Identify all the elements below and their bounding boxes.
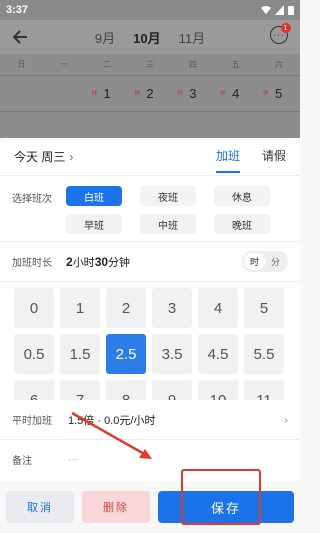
- weekday-label: 三: [146, 60, 154, 69]
- rate-value: 1.5倍 · 0.0元/小时: [68, 414, 156, 427]
- shift-middle-button[interactable]: 中班: [140, 214, 196, 234]
- unit-toggle[interactable]: 时 分: [241, 251, 288, 272]
- status-time: 3:37: [6, 4, 29, 16]
- chevron-right-icon[interactable]: ›: [284, 413, 288, 427]
- calendar-grid: 日 一 二 三 四 五 六 休1 休2 休3 休4 休5: [0, 54, 300, 138]
- shift-morning-button[interactable]: 早班: [66, 214, 122, 234]
- keypad-key[interactable]: 9: [152, 380, 192, 400]
- shift-night-button[interactable]: 夜班: [140, 186, 196, 206]
- unit-hour-option[interactable]: 时: [243, 253, 265, 270]
- day-tag: 休: [134, 90, 141, 97]
- delete-button[interactable]: 删除: [82, 491, 150, 523]
- tab-overtime[interactable]: 加班: [215, 147, 240, 173]
- shift-section: 选择班次 白班 夜班 休息 早班 中班 晚班: [0, 176, 300, 242]
- day-number: 1: [103, 85, 111, 101]
- duration-hours: 2: [66, 254, 73, 269]
- keypad-key[interactable]: 5: [244, 288, 284, 328]
- battery-icon: [288, 6, 294, 15]
- month-prev[interactable]: 9月: [95, 28, 115, 47]
- rate-row[interactable]: 平时加班 1.5倍 · 0.0元/小时 ›: [0, 400, 300, 440]
- note-input[interactable]: ···: [68, 454, 78, 465]
- duration-keypad: 0 1 2 3 4 5 0.5 1.5 2.5 3.5 4.5 5.5 6 7 8 9 10 11: [0, 282, 300, 400]
- keypad-grid: 0 1 2 3 4 5 0.5 1.5 2.5 3.5 4.5 5.5 6 7 8 9 10 11: [14, 288, 286, 400]
- weekday-label: 六: [274, 60, 283, 69]
- shift-label: 选择班次: [12, 194, 52, 205]
- day-number: 5: [274, 85, 283, 101]
- weekday-row: 日 一 二 三 四 五 六: [0, 54, 300, 76]
- keypad-key[interactable]: 0.5: [14, 334, 54, 374]
- weekday-label: 二: [103, 60, 112, 69]
- keypad-key[interactable]: 4.5: [198, 334, 238, 374]
- day-cell[interactable]: 休5: [257, 85, 300, 103]
- keypad-key[interactable]: 0: [14, 288, 54, 328]
- duration-hours-unit: 小时: [72, 256, 95, 269]
- keypad-key[interactable]: 8: [106, 380, 146, 400]
- duration-value: 2小时30分钟: [66, 254, 130, 270]
- day-tag: 休: [177, 90, 184, 97]
- unit-minute-option[interactable]: 分: [265, 253, 286, 270]
- shift-day-button[interactable]: 白班: [66, 186, 122, 206]
- day-cell[interactable]: 休2: [129, 85, 172, 103]
- day-tag: 休: [91, 90, 98, 97]
- app-header: 9月 10月 11月 ··· 1: [0, 20, 300, 54]
- shift-rest-button[interactable]: 休息: [214, 186, 270, 206]
- keypad-key[interactable]: 1: [60, 288, 100, 328]
- keypad-key[interactable]: 10: [198, 380, 238, 400]
- shift-evening-button[interactable]: 晚班: [214, 214, 270, 234]
- note-label: 备注: [12, 455, 32, 467]
- month-switcher: 9月 10月 11月: [0, 28, 300, 47]
- duration-minutes-unit: 分钟: [108, 256, 131, 269]
- day-number: 3: [189, 85, 197, 101]
- annotation-highlight-box: [181, 469, 261, 525]
- day-cell[interactable]: 休3: [171, 85, 214, 103]
- day-number: 4: [232, 85, 240, 101]
- weekday-label: 一: [60, 60, 69, 69]
- keypad-key[interactable]: 2.5: [106, 334, 146, 374]
- keypad-key[interactable]: 7: [60, 380, 100, 400]
- duration-minutes: 30: [94, 254, 109, 269]
- message-badge: 1: [281, 23, 291, 33]
- keypad-key[interactable]: 1.5: [60, 334, 100, 374]
- tab-leave[interactable]: 请假: [262, 147, 286, 167]
- keypad-key[interactable]: 6: [14, 380, 54, 400]
- chevron-right-icon[interactable]: ›: [69, 150, 73, 164]
- rate-label: 平时加班: [12, 416, 52, 427]
- weekday-label: 五: [231, 60, 240, 69]
- day-cell[interactable]: 休4: [214, 85, 257, 103]
- keypad-key[interactable]: 5.5: [244, 334, 284, 374]
- cancel-button[interactable]: 取消: [6, 491, 74, 523]
- month-next[interactable]: 11月: [179, 28, 206, 47]
- day-number: 2: [146, 85, 154, 101]
- keypad-key[interactable]: 2: [106, 288, 146, 328]
- wifi-icon: [261, 6, 271, 14]
- day-row: 休1 休2 休3 休4 休5: [0, 76, 300, 112]
- signal-icon: [275, 5, 284, 15]
- month-current[interactable]: 10月: [133, 28, 160, 47]
- day-cell[interactable]: 休1: [86, 85, 129, 103]
- status-bar: 3:37: [0, 0, 300, 20]
- status-icons: [261, 5, 294, 15]
- weekday-label: 四: [188, 60, 197, 69]
- day-tag: 休: [220, 90, 227, 97]
- duration-row: 加班时长 2小时30分钟 时 分: [0, 242, 300, 282]
- keypad-key[interactable]: 4: [198, 288, 238, 328]
- day-tag: 休: [262, 90, 269, 97]
- duration-label: 加班时长: [12, 258, 52, 269]
- weekday-label: 日: [17, 60, 26, 69]
- message-icon[interactable]: ··· 1: [270, 23, 291, 44]
- keypad-key[interactable]: 3.5: [152, 334, 192, 374]
- date-label[interactable]: 今天 周三: [14, 148, 65, 165]
- keypad-key[interactable]: 3: [152, 288, 192, 328]
- shift-options: 白班 夜班 休息 早班 中班 晚班: [66, 186, 270, 234]
- sheet-header: 今天 周三 › 加班 请假: [0, 138, 300, 176]
- sheet-tabs: 加班 请假: [215, 147, 286, 173]
- keypad-key[interactable]: 11: [244, 380, 284, 400]
